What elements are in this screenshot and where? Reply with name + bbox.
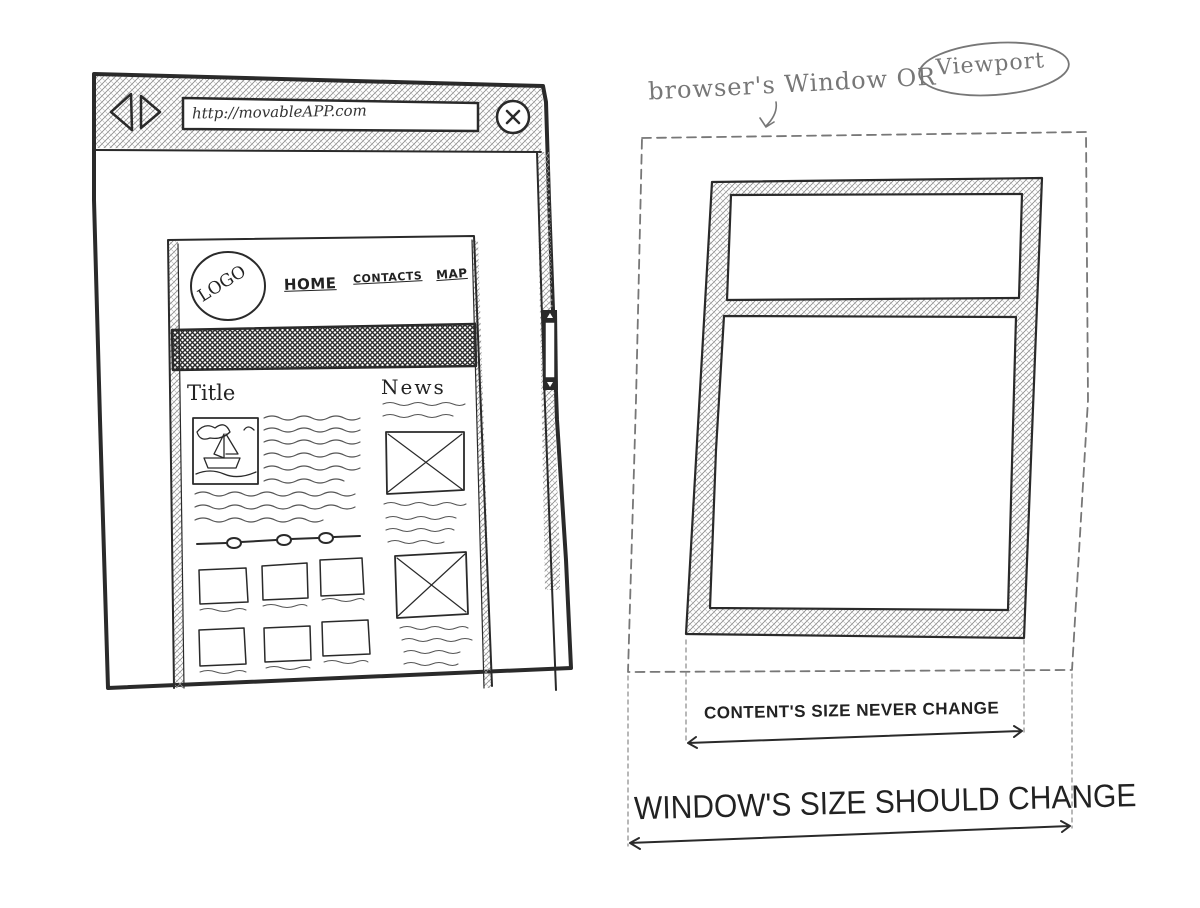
scrollbar-thumb (544, 321, 556, 379)
news-image-placeholder-1 (385, 431, 465, 495)
sketch-drawing (92, 41, 1089, 850)
thumbnail-grid (198, 557, 371, 674)
viewport-diagram (627, 41, 1089, 850)
news-image-placeholder-2 (394, 551, 469, 619)
content-body-panel (708, 314, 1018, 612)
header-banner (170, 322, 478, 372)
content-width-arrow (687, 725, 1023, 749)
address-bar-text[interactable]: http://movableAPP.com (192, 101, 367, 122)
nav-map-link[interactable]: MAP (436, 266, 468, 282)
text-squiggles (194, 415, 361, 523)
nav-contacts-link[interactable]: CONTACTS (353, 269, 423, 286)
content-title: Title (187, 381, 236, 405)
news-heading: News (381, 375, 446, 399)
close-icon (495, 99, 531, 135)
boat-image-icon (192, 417, 259, 485)
browser-window-sketch (92, 72, 573, 691)
content-header-panel (725, 192, 1024, 302)
nav-home-link[interactable]: HOME (284, 274, 337, 294)
label-pointer-arrow (759, 101, 778, 128)
pagination-dots (196, 532, 361, 549)
page-content (167, 235, 493, 689)
